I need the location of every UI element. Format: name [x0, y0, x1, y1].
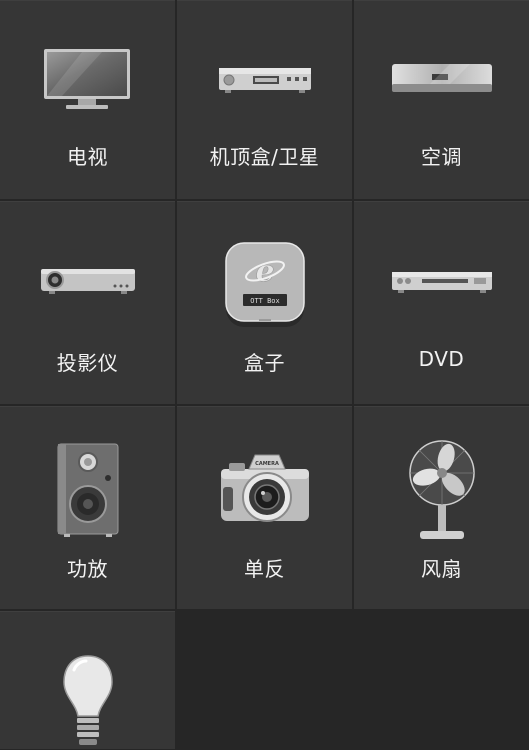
device-label: 单反	[244, 557, 285, 581]
device-tile-projector[interactable]: 投影仪	[0, 201, 175, 404]
device-tile-air-conditioner[interactable]: 空调	[354, 0, 529, 199]
device-label: 机顶盒/卫星	[209, 145, 320, 169]
device-label: 投影仪	[56, 351, 119, 375]
svg-text:e: e	[255, 254, 274, 289]
device-label: 盒子	[244, 351, 285, 375]
device-grid: 电视 机顶盒/卫星 空调 投影仪 e OTT Box 盒子 DVD 功放 CAM…	[0, 0, 529, 749]
set-top-box-icon	[177, 56, 352, 101]
device-tile-set-top-box[interactable]: 机顶盒/卫星	[177, 0, 352, 199]
camera-icon: CAMERA	[177, 449, 352, 531]
device-tile-amplifier[interactable]: 功放	[0, 406, 175, 609]
device-label: DVD	[418, 347, 465, 371]
device-tile-dvd[interactable]: DVD	[354, 201, 529, 404]
device-tile-dslr[interactable]: CAMERA 单反	[177, 406, 352, 609]
device-label: 空调	[421, 145, 462, 169]
device-tile-light[interactable]	[0, 611, 175, 749]
projector-icon	[0, 257, 175, 302]
ott-box-text: OTT Box	[250, 297, 280, 305]
tv-icon	[0, 39, 175, 119]
dvd-player-icon	[354, 260, 529, 302]
ott-box-icon: e OTT Box	[177, 238, 352, 330]
device-tile-box[interactable]: e OTT Box 盒子	[177, 201, 352, 404]
device-label: 风扇	[421, 557, 462, 581]
device-tile-tv[interactable]: 电视	[0, 0, 175, 199]
camera-text: CAMERA	[255, 461, 279, 467]
device-label: 电视	[67, 145, 108, 169]
light-bulb-icon	[0, 652, 175, 750]
device-tile-fan[interactable]: 风扇	[354, 406, 529, 609]
fan-icon	[354, 439, 529, 543]
air-conditioner-icon	[354, 56, 529, 101]
speaker-icon	[0, 441, 175, 539]
device-label: 功放	[67, 557, 108, 581]
